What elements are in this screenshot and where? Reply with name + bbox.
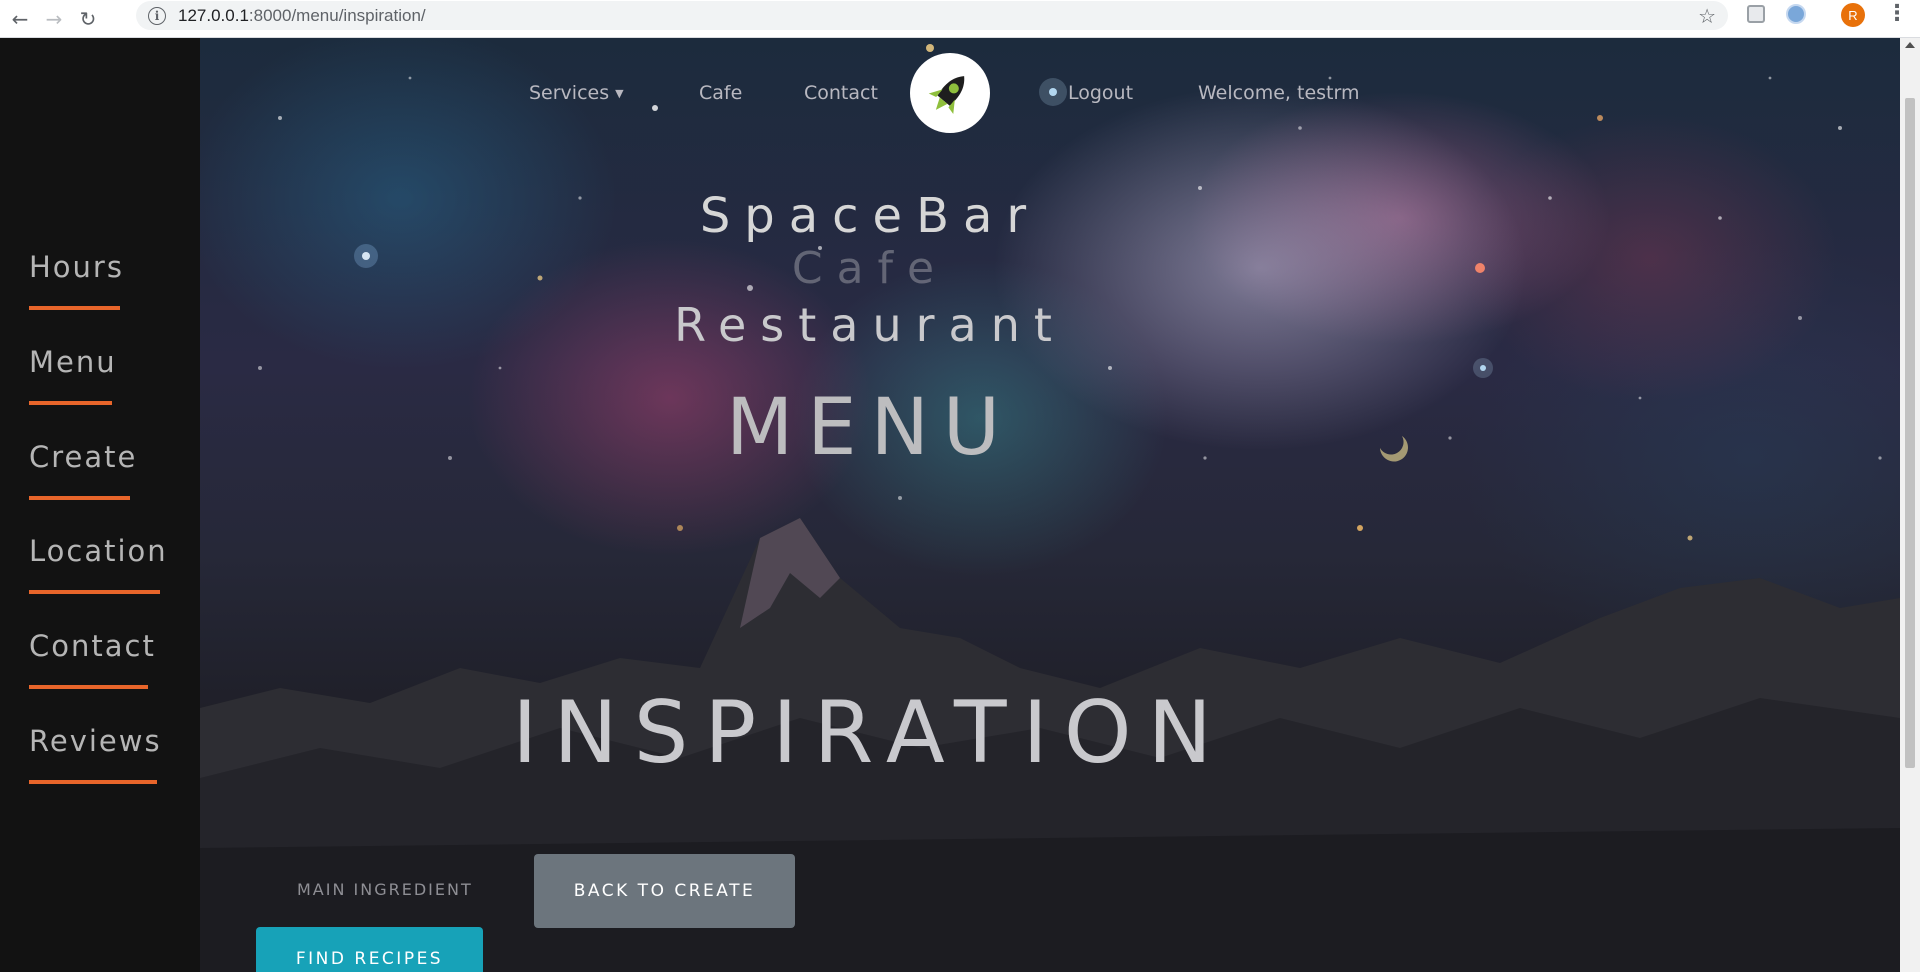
reload-icon[interactable]: ↻: [74, 5, 102, 33]
scroll-up-icon[interactable]: [1905, 42, 1915, 48]
back-to-create-button[interactable]: BACK TO CREATE: [534, 854, 795, 928]
sidebar-underline: [29, 306, 120, 310]
sidebar: Hours Menu Create Location Contact Revie…: [0, 38, 200, 972]
sidebar-item-label: Hours: [29, 250, 124, 284]
more-vert-icon[interactable]: ⋮: [1886, 2, 1908, 26]
info-icon[interactable]: i: [148, 6, 166, 25]
url-text[interactable]: 127.0.0.1:8000/menu/inspiration/: [178, 6, 426, 26]
profile-avatar[interactable]: R: [1841, 3, 1865, 27]
brand-subtitle-cafe: Cafe: [791, 243, 949, 294]
main-ingredient-label: MAIN INGREDIENT: [297, 880, 473, 899]
sidebar-item-menu[interactable]: Menu: [29, 345, 117, 405]
rocket-icon: [928, 76, 965, 115]
sidebar-item-reviews[interactable]: Reviews: [29, 724, 162, 784]
page: Hours Menu Create Location Contact Revie…: [0, 38, 1920, 972]
page-heading: INSPIRATION: [512, 683, 1228, 783]
nav-contact[interactable]: Contact: [804, 82, 878, 104]
star-icon[interactable]: ☆: [1698, 4, 1716, 28]
sidebar-underline: [29, 401, 112, 405]
rocket-logo-icon[interactable]: [910, 53, 990, 133]
url-path: :8000/menu/inspiration/: [248, 5, 426, 25]
brand-title: SpaceBar: [699, 188, 1041, 244]
nav-services-label: Services: [529, 82, 610, 104]
sidebar-item-hours[interactable]: Hours: [29, 250, 124, 310]
extension-globe-icon[interactable]: [1785, 3, 1807, 25]
chevron-down-icon: ▼: [615, 87, 624, 100]
find-recipes-button[interactable]: FIND RECIPES: [256, 927, 483, 972]
forward-arrow-icon[interactable]: →: [40, 5, 68, 33]
sidebar-underline: [29, 780, 157, 784]
sidebar-item-label: Menu: [29, 345, 117, 379]
browser-toolbar: ← → ↻ i 127.0.0.1:8000/menu/inspiration/…: [0, 0, 1920, 38]
url-host: 127.0.0.1: [178, 5, 249, 25]
brand-subtitle-restaurant: Restaurant: [674, 298, 1066, 352]
sidebar-item-label: Create: [29, 440, 138, 474]
nav-welcome: Welcome, testrm: [1198, 82, 1360, 104]
hero-background: Services ▼ Cafe Contact Logout Welcome, t…: [200, 38, 1900, 972]
sidebar-item-create[interactable]: Create: [29, 440, 137, 500]
address-bar[interactable]: i 127.0.0.1:8000/menu/inspiration/ ☆: [136, 1, 1728, 30]
sidebar-item-contact[interactable]: Contact: [29, 629, 156, 689]
section-title: MENU: [725, 383, 1015, 473]
sidebar-item-label: Location: [29, 534, 168, 568]
scrollbar-thumb[interactable]: [1905, 98, 1915, 768]
sidebar-item-label: Reviews: [29, 724, 162, 758]
sidebar-underline: [29, 590, 160, 594]
nav-services[interactable]: Services ▼: [529, 82, 624, 104]
sidebar-item-location[interactable]: Location: [29, 534, 168, 594]
sidebar-item-label: Contact: [29, 629, 156, 663]
nav-logout[interactable]: Logout: [1068, 82, 1133, 104]
back-arrow-icon[interactable]: ←: [6, 5, 34, 33]
extension-icon[interactable]: [1745, 3, 1767, 25]
sidebar-underline: [29, 685, 148, 689]
nav-cafe[interactable]: Cafe: [699, 82, 742, 104]
sidebar-underline: [29, 496, 130, 500]
scrollbar[interactable]: [1900, 38, 1920, 972]
